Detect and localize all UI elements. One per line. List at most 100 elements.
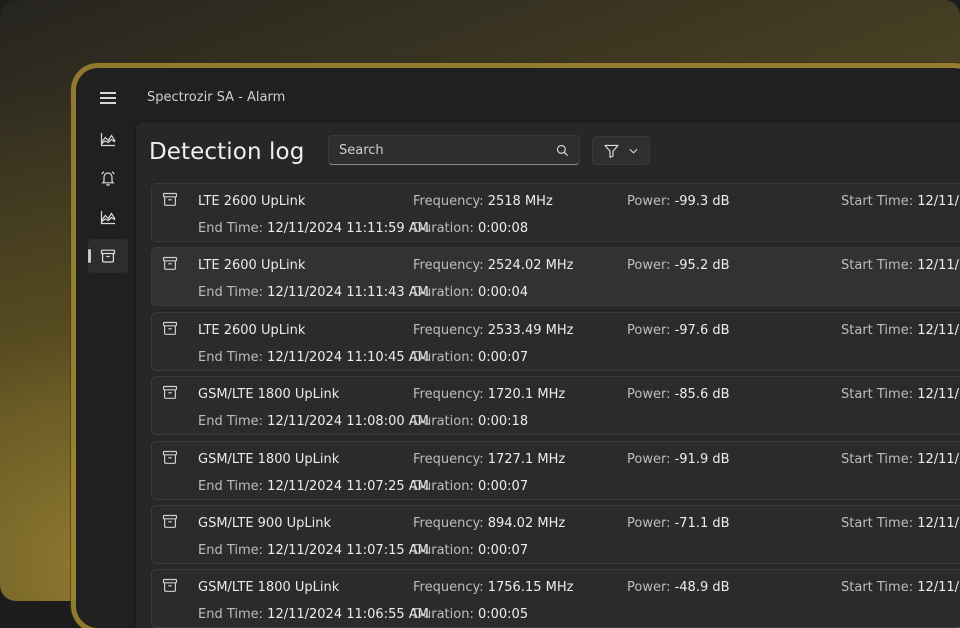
frequency-value: 2524.02 MHz bbox=[487, 258, 574, 274]
start-time-value: 12/11/2024 11:07:18 AM bbox=[917, 451, 960, 467]
duration-value: 0:00:05 bbox=[477, 607, 529, 623]
frequency-label: Frequency: bbox=[413, 387, 488, 403]
duration-value: 0:00:07 bbox=[477, 542, 529, 558]
list-item[interactable]: GSM/LTE 1800 UpLink Frequency: 1727.1 MHz… bbox=[151, 440, 960, 500]
nav-item-spectrum[interactable] bbox=[88, 122, 128, 156]
entry-frequency: Frequency: 1727.1 MHz bbox=[413, 452, 565, 467]
entry-frequency: Frequency: 894.02 MHz bbox=[413, 516, 565, 531]
start-time-value: 12/11/2024 11:06:50 AM bbox=[917, 580, 960, 596]
list-item[interactable]: GSM/LTE 900 UpLink Frequency: 894.02 MHz P… bbox=[151, 504, 960, 564]
power-label: Power: bbox=[627, 194, 675, 209]
duration-value: 0:00:07 bbox=[477, 478, 529, 494]
duration-label: Duration: bbox=[413, 414, 478, 430]
end-time-label: End Time: bbox=[198, 349, 268, 365]
archive-icon bbox=[162, 386, 178, 400]
power-label: Power: bbox=[627, 515, 675, 531]
list-item[interactable]: GSM/LTE 1800 UpLink Frequency: 1756.15 MH… bbox=[151, 569, 960, 628]
frequency-value: 1727.1 MHz bbox=[487, 451, 566, 467]
search-icon[interactable] bbox=[556, 144, 569, 157]
title-bar: Spectrozir SA - Alarm bbox=[76, 68, 960, 122]
duration-label: Duration: bbox=[413, 285, 478, 301]
entry-duration: Duration: 0:00:05 bbox=[413, 607, 528, 622]
end-time-label: End Time: bbox=[198, 221, 268, 236]
entry-name: LTE 2600 UpLink bbox=[198, 322, 306, 338]
duration-value: 0:00:04 bbox=[477, 285, 529, 301]
end-time-label: End Time: bbox=[198, 542, 268, 558]
frequency-value: 894.02 MHz bbox=[487, 515, 566, 531]
filter-dropdown-button[interactable] bbox=[592, 136, 650, 165]
duration-label: Duration: bbox=[413, 607, 478, 623]
entry-start-time: Start Time: 12/11/2024 11:06:50 AM bbox=[841, 580, 960, 595]
area-chart-icon bbox=[100, 133, 116, 147]
entry-start-time: Start Time: 12/11/2024 11:07:42 AM bbox=[841, 387, 960, 402]
area-chart-icon bbox=[100, 211, 116, 225]
archive-icon bbox=[162, 579, 178, 593]
nav-item-waterfall[interactable] bbox=[88, 200, 128, 234]
entry-end-time: End Time: 12/11/2024 11:08:00 AM bbox=[198, 414, 429, 429]
start-time-value: 12/11/2024 11:07:08 AM bbox=[917, 515, 960, 531]
frequency-value: 1756.15 MHz bbox=[487, 580, 574, 596]
entry-name: LTE 2600 UpLink bbox=[198, 194, 306, 209]
entry-start-time: Start Time: 12/11/2024 11:11:51 AM bbox=[841, 194, 960, 209]
entry-duration: Duration: 0:00:04 bbox=[413, 285, 528, 300]
entry-end-time: End Time: 12/11/2024 11:06:55 AM bbox=[198, 607, 429, 622]
entry-power: Power: -95.2 dB bbox=[627, 258, 730, 273]
navigation-rail bbox=[88, 122, 132, 278]
duration-value: 0:00:18 bbox=[477, 414, 529, 430]
start-time-value: 12/11/2024 11:10:38 AM bbox=[917, 322, 960, 338]
nav-item-detection-log[interactable] bbox=[88, 239, 128, 273]
duration-label: Duration: bbox=[413, 349, 478, 365]
entry-name: GSM/LTE 900 UpLink bbox=[198, 515, 331, 531]
list-item[interactable]: LTE 2600 UpLink Frequency: 2533.49 MHz Pow… bbox=[151, 311, 960, 371]
list-item[interactable]: LTE 2600 UpLink Frequency: 2524.02 MHz Pow… bbox=[151, 247, 960, 307]
end-time-value: 12/11/2024 11:07:25 AM bbox=[267, 478, 429, 494]
list-item[interactable]: LTE 2600 UpLink Frequency: 2518 MHz Power:… bbox=[151, 183, 960, 242]
search-input[interactable] bbox=[329, 136, 549, 164]
frequency-label: Frequency: bbox=[413, 322, 488, 338]
duration-value: 0:00:07 bbox=[477, 349, 529, 365]
power-value: -99.3 dB bbox=[674, 194, 730, 209]
power-value: -91.9 dB bbox=[674, 451, 730, 467]
end-time-value: 12/11/2024 11:06:55 AM bbox=[267, 607, 429, 623]
entry-power: Power: -85.6 dB bbox=[627, 387, 730, 402]
start-time-label: Start Time: bbox=[841, 387, 918, 403]
entry-name: GSM/LTE 1800 UpLink bbox=[198, 451, 340, 467]
start-time-label: Start Time: bbox=[841, 258, 918, 274]
frequency-value: 2518 MHz bbox=[487, 194, 553, 209]
archive-icon bbox=[162, 192, 178, 206]
detection-list: LTE 2600 UpLink Frequency: 2518 MHz Power:… bbox=[151, 183, 960, 628]
search-box[interactable] bbox=[328, 135, 580, 165]
start-time-label: Start Time: bbox=[841, 194, 918, 209]
duration-label: Duration: bbox=[413, 542, 478, 558]
power-label: Power: bbox=[627, 451, 675, 467]
app-window: Spectrozir SA - Alarm Detection log LTE … bbox=[76, 68, 960, 628]
entry-power: Power: -48.9 dB bbox=[627, 580, 730, 595]
duration-label: Duration: bbox=[413, 221, 478, 236]
start-time-value: 12/11/2024 11:11:39 AM bbox=[917, 258, 960, 274]
hamburger-menu-icon[interactable] bbox=[100, 92, 116, 104]
start-time-label: Start Time: bbox=[841, 515, 918, 531]
entry-duration: Duration: 0:00:07 bbox=[413, 479, 528, 494]
power-label: Power: bbox=[627, 580, 675, 596]
archive-icon bbox=[162, 257, 178, 271]
end-time-label: End Time: bbox=[198, 414, 268, 430]
frequency-label: Frequency: bbox=[413, 580, 488, 596]
entry-name: GSM/LTE 1800 UpLink bbox=[198, 387, 340, 403]
nav-item-alarm[interactable] bbox=[88, 161, 128, 195]
entry-start-time: Start Time: 12/11/2024 11:10:38 AM bbox=[841, 323, 960, 338]
archive-icon bbox=[162, 321, 178, 335]
entry-power: Power: -97.6 dB bbox=[627, 323, 730, 338]
main-content: Detection log LTE 2600 UpLink Frequency: … bbox=[135, 121, 960, 628]
list-item[interactable]: GSM/LTE 1800 UpLink Frequency: 1720.1 MHz… bbox=[151, 376, 960, 436]
entry-start-time: Start Time: 12/11/2024 11:07:08 AM bbox=[841, 516, 960, 531]
start-time-value: 12/11/2024 11:11:51 AM bbox=[917, 194, 960, 209]
entry-frequency: Frequency: 1720.1 MHz bbox=[413, 387, 565, 402]
archive-icon bbox=[162, 514, 178, 528]
entry-power: Power: -99.3 dB bbox=[627, 194, 730, 209]
end-time-label: End Time: bbox=[198, 478, 268, 494]
start-time-value: 12/11/2024 11:07:42 AM bbox=[917, 387, 960, 403]
power-value: -95.2 dB bbox=[674, 258, 730, 274]
duration-label: Duration: bbox=[413, 478, 478, 494]
entry-start-time: Start Time: 12/11/2024 11:11:39 AM bbox=[841, 258, 960, 273]
end-time-value: 12/11/2024 11:07:15 AM bbox=[267, 542, 429, 558]
